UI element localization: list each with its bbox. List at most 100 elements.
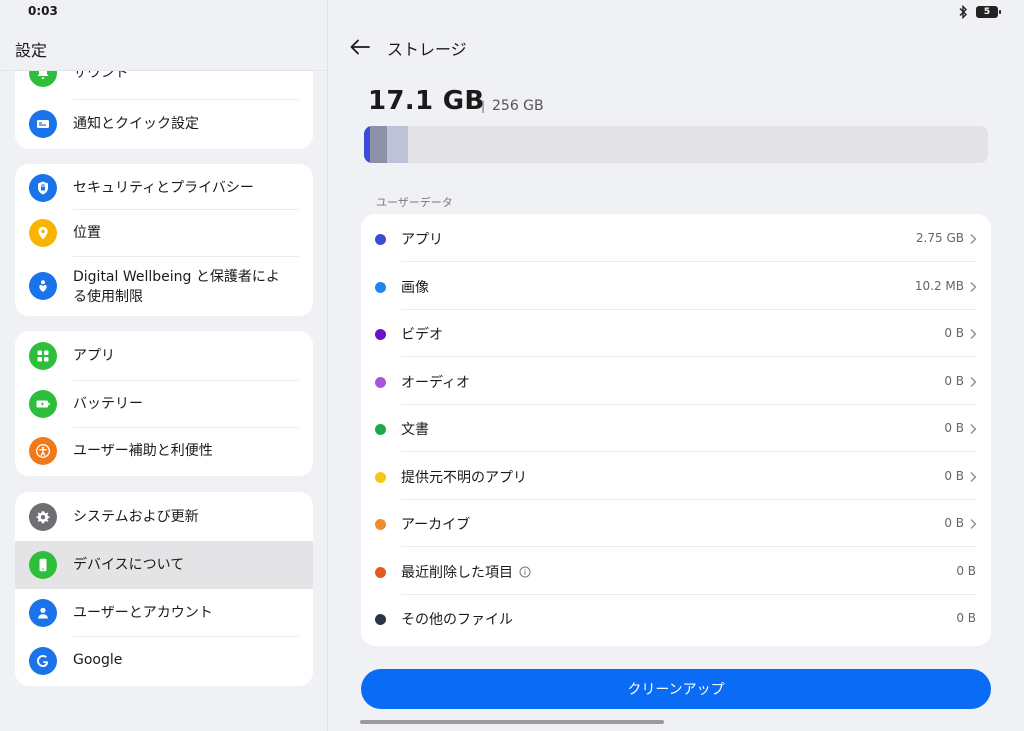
- sidebar-item-apps[interactable]: アプリ: [15, 332, 313, 380]
- sidebar-item-digital-wellbeing[interactable]: Digital Wellbeing と保護者による使用制限: [15, 257, 313, 316]
- section-label: ユーザーデータ: [376, 196, 453, 209]
- wellbeing-icon: [29, 272, 57, 300]
- shield-icon: [29, 174, 57, 202]
- info-icon[interactable]: [519, 566, 531, 578]
- settings-card-system: システムおよび更新 デバイスについて ユーザーとアカウント Google: [15, 492, 313, 686]
- bell-icon: [29, 71, 57, 87]
- battery-icon: [29, 390, 57, 418]
- sidebar-item-location[interactable]: 位置: [15, 210, 313, 258]
- category-dot: [375, 566, 386, 578]
- list-item[interactable]: 画像 10.2 MB: [361, 262, 991, 310]
- sidebar-item-label: サウンド: [73, 71, 129, 81]
- list-item[interactable]: 文書 0 B: [361, 404, 991, 452]
- chevron-right-icon: [970, 234, 977, 244]
- category-label: ビデオ: [401, 327, 443, 343]
- sidebar-item-label: Google: [73, 652, 123, 668]
- list-item[interactable]: ビデオ 0 B: [361, 309, 991, 357]
- settings-card-security: セキュリティとプライバシー 位置 Digital Wellbeing と保護者に…: [15, 164, 313, 316]
- category-dot: [375, 281, 386, 293]
- sidebar-item-label: システムおよび更新: [73, 509, 199, 525]
- sidebar-item-label: 位置: [73, 225, 101, 241]
- gear-icon: [29, 503, 57, 531]
- category-label: 画像: [401, 279, 429, 296]
- list-item[interactable]: 最近削除した項目 0 B: [361, 547, 991, 595]
- chevron-right-icon: [970, 424, 977, 434]
- category-size: 2.75 GB: [915, 231, 964, 245]
- status-bar: 0:03 5: [0, 0, 1024, 24]
- accessibility-icon: [29, 437, 57, 465]
- chevron-right-icon: [970, 329, 977, 339]
- cleanup-button[interactable]: クリーンアップ: [361, 669, 991, 709]
- settings-title: 設定: [15, 41, 48, 60]
- category-dot: [375, 424, 386, 435]
- list-item[interactable]: アーカイブ 0 B: [361, 499, 991, 547]
- chevron-right-icon: [970, 471, 977, 482]
- google-icon: [29, 647, 57, 675]
- category-size: 0 B: [944, 326, 964, 340]
- sidebar-item-battery[interactable]: バッテリー: [15, 381, 313, 429]
- sidebar-item-notifications[interactable]: 通知とクイック設定: [15, 100, 313, 148]
- location-icon: [29, 219, 57, 247]
- category-dot: [375, 471, 386, 483]
- category-label: 文書: [401, 422, 429, 438]
- used-storage: 17.1 GB: [368, 86, 485, 116]
- sidebar-item-security[interactable]: セキュリティとプライバシー: [15, 164, 313, 212]
- total-storage: 256 GB: [492, 98, 544, 114]
- settings-list[interactable]: サウンド 通知とクイック設定 セキュリティとプライバシー 位置 Digital …: [0, 71, 327, 731]
- list-item[interactable]: オーディオ 0 B: [361, 357, 991, 405]
- category-dot: [375, 519, 386, 530]
- list-item[interactable]: アプリ 2.75 GB: [361, 214, 991, 262]
- category-dot: [375, 614, 386, 625]
- category-size: 0 B: [956, 611, 976, 625]
- settings-card-apps: アプリ バッテリー ユーザー補助と利便性: [15, 331, 313, 476]
- back-arrow-icon[interactable]: [348, 37, 372, 57]
- sidebar-item-label: ユーザー補助と利便性: [73, 443, 213, 459]
- category-size: 0 B: [944, 373, 964, 388]
- category-size: 0 B: [944, 516, 964, 530]
- category-label: その他のファイル: [401, 612, 513, 628]
- category-label: オーディオ: [401, 374, 471, 391]
- sidebar-item-label: デバイスについて: [73, 557, 185, 573]
- sidebar-item-label: ユーザーとアカウント: [73, 605, 213, 621]
- storage-pane: ストレージ 17.1 GB | 256 GB ユーザーデータ アプリ 2.75 …: [328, 24, 1024, 731]
- sidebar-item-label: セキュリティとプライバシー: [73, 180, 254, 196]
- category-label-text: 最近削除した項目: [401, 564, 513, 581]
- category-label: 最近削除した項目: [401, 562, 531, 582]
- sidebar-item-label: Digital Wellbeing と保護者による使用制限: [73, 269, 280, 305]
- notification-icon: [29, 110, 57, 138]
- category-label: アーカイブ: [401, 517, 471, 533]
- battery-icon: 5: [976, 6, 1001, 18]
- status-icons: 5: [958, 5, 1001, 19]
- storage-separator: |: [481, 99, 486, 113]
- category-size: 0 B: [944, 421, 964, 435]
- person-icon: [29, 599, 57, 627]
- sidebar-item-label: アプリ: [73, 348, 115, 364]
- sidebar-item-system[interactable]: システムおよび更新: [15, 493, 313, 541]
- sidebar-item-label: バッテリー: [73, 396, 143, 412]
- storage-bar-system: [370, 126, 387, 163]
- bluetooth-icon: [959, 5, 967, 19]
- storage-category-list: アプリ 2.75 GB 画像 10.2 MB ビデオ 0 B オーディオ 0 B: [361, 214, 991, 646]
- sidebar-item-accessibility[interactable]: ユーザー補助と利便性: [15, 428, 313, 476]
- chevron-right-icon: [970, 281, 977, 292]
- sidebar-item-google[interactable]: Google: [15, 637, 313, 685]
- sidebar-item-about-device[interactable]: デバイスについて: [15, 541, 313, 589]
- category-size: 0 B: [956, 563, 976, 578]
- category-label: 提供元不明のアプリ: [401, 469, 527, 486]
- home-indicator[interactable]: [360, 720, 664, 724]
- apps-icon: [29, 342, 57, 370]
- phone-icon: [29, 551, 57, 579]
- chevron-right-icon: [970, 519, 977, 529]
- list-item[interactable]: 提供元不明のアプリ 0 B: [361, 452, 991, 500]
- status-time: 0:03: [28, 4, 58, 18]
- storage-bar-other: [387, 126, 408, 163]
- settings-pane: 設定 サウンド 通知とクイック設定 セキュリティとプライバシー 位置 Digit…: [0, 24, 327, 731]
- sidebar-item-users-accounts[interactable]: ユーザーとアカウント: [15, 589, 313, 637]
- sidebar-item-label: 通知とクイック設定: [73, 116, 199, 132]
- category-size: 0 B: [944, 468, 964, 483]
- sidebar-item-sound[interactable]: サウンド: [15, 71, 313, 97]
- category-dot: [375, 376, 386, 388]
- category-dot: [375, 329, 386, 340]
- storage-usage-bar: [364, 126, 988, 163]
- list-item[interactable]: その他のファイル 0 B: [361, 594, 991, 642]
